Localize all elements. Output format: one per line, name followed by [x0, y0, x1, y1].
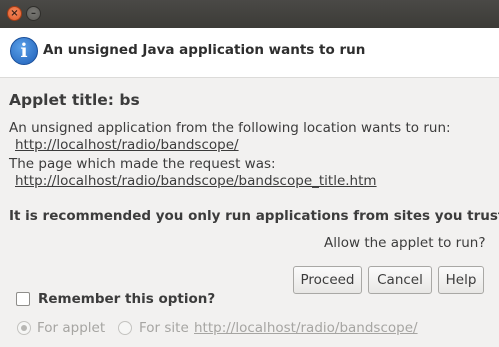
for-applet-radio[interactable]: [17, 321, 31, 335]
for-applet-label[interactable]: For applet: [37, 320, 105, 336]
for-site-label[interactable]: For site: [139, 320, 189, 336]
remember-label[interactable]: Remember this option?: [38, 291, 215, 307]
applet-title: Applet title: bs: [9, 91, 140, 109]
radio-selected-indicator: [21, 325, 27, 331]
help-button[interactable]: Help: [438, 266, 484, 294]
site-url-link[interactable]: http://localhost/radio/bandscope/: [194, 320, 418, 336]
proceed-button[interactable]: Proceed: [293, 266, 362, 294]
minimize-window-icon[interactable]: –: [26, 6, 41, 21]
trust-recommendation-text: It is recommended you only run applicati…: [9, 208, 499, 224]
location-intro-text: An unsigned application from the followi…: [9, 120, 451, 136]
page-intro-text: The page which made the request was:: [9, 156, 276, 172]
dialog-heading: An unsigned Java application wants to ru…: [43, 42, 366, 58]
for-site-radio[interactable]: [118, 321, 132, 335]
cancel-button[interactable]: Cancel: [368, 266, 432, 294]
window-titlebar[interactable]: × –: [0, 0, 499, 28]
allow-question-text: Allow the applet to run?: [324, 235, 486, 251]
info-icon: i: [10, 37, 38, 65]
page-url-link[interactable]: http://localhost/radio/bandscope/bandsco…: [15, 173, 377, 189]
remember-checkbox[interactable]: [16, 292, 30, 306]
dialog-header: i An unsigned Java application wants to …: [0, 28, 499, 78]
location-url-link[interactable]: http://localhost/radio/bandscope/: [15, 137, 239, 153]
close-window-icon[interactable]: ×: [7, 6, 22, 21]
